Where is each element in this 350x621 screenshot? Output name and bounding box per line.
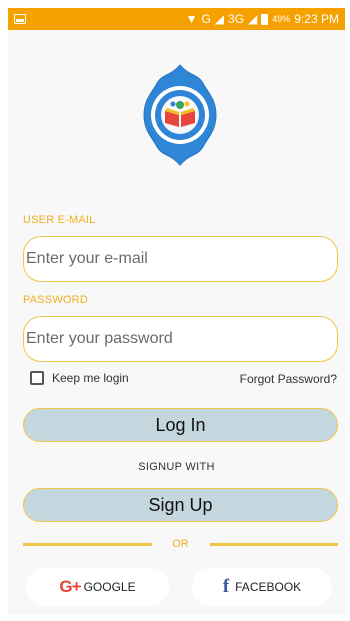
network-g-label: G: [201, 12, 211, 26]
divider-line-left: [23, 542, 152, 546]
email-label: USER E-MAIL: [23, 214, 96, 226]
forgot-password-link[interactable]: Forgot Password?: [240, 372, 337, 386]
battery-icon: [261, 13, 269, 25]
status-left: [14, 14, 26, 24]
or-divider: OR: [23, 537, 338, 551]
divider-line-right: [209, 542, 338, 546]
signal-icon: ◢: [214, 12, 225, 26]
signup-button[interactable]: Sign Up: [23, 488, 338, 522]
email-field[interactable]: [23, 236, 338, 282]
password-field[interactable]: [23, 316, 338, 362]
login-screen: USER E-MAIL PASSWORD Keep me login Forgo…: [8, 30, 345, 615]
or-label: OR: [172, 538, 189, 550]
google-signin-button[interactable]: G+ GOOGLE: [26, 568, 169, 606]
facebook-label: FACEBOOK: [235, 580, 302, 594]
facebook-signin-button[interactable]: f FACEBOOK: [192, 568, 332, 606]
status-right: ▼ G ◢ 3G ◢ 49% 9:23 PM: [186, 12, 339, 26]
battery-level: 49%: [272, 14, 291, 24]
google-plus-icon: G+: [59, 577, 81, 596]
signup-with-label: SIGNUP WITH: [138, 461, 215, 473]
signal-weak-icon: ◢: [248, 12, 258, 26]
facebook-icon: f: [222, 576, 230, 597]
keep-login-checkbox[interactable]: [30, 371, 44, 385]
image-notification-icon: [14, 14, 26, 24]
network-3g-label: 3G: [228, 12, 245, 26]
password-label: PASSWORD: [23, 294, 88, 306]
keep-login-label: Keep me login: [52, 371, 129, 385]
google-label: GOOGLE: [83, 580, 136, 594]
clock: 9:23 PM: [294, 12, 339, 26]
keep-login-row[interactable]: Keep me login: [30, 371, 129, 385]
wifi-icon: ▼: [185, 12, 198, 26]
status-bar: ▼ G ◢ 3G ◢ 49% 9:23 PM: [8, 8, 345, 30]
login-button[interactable]: Log In: [23, 408, 338, 442]
app-logo: [143, 64, 217, 166]
